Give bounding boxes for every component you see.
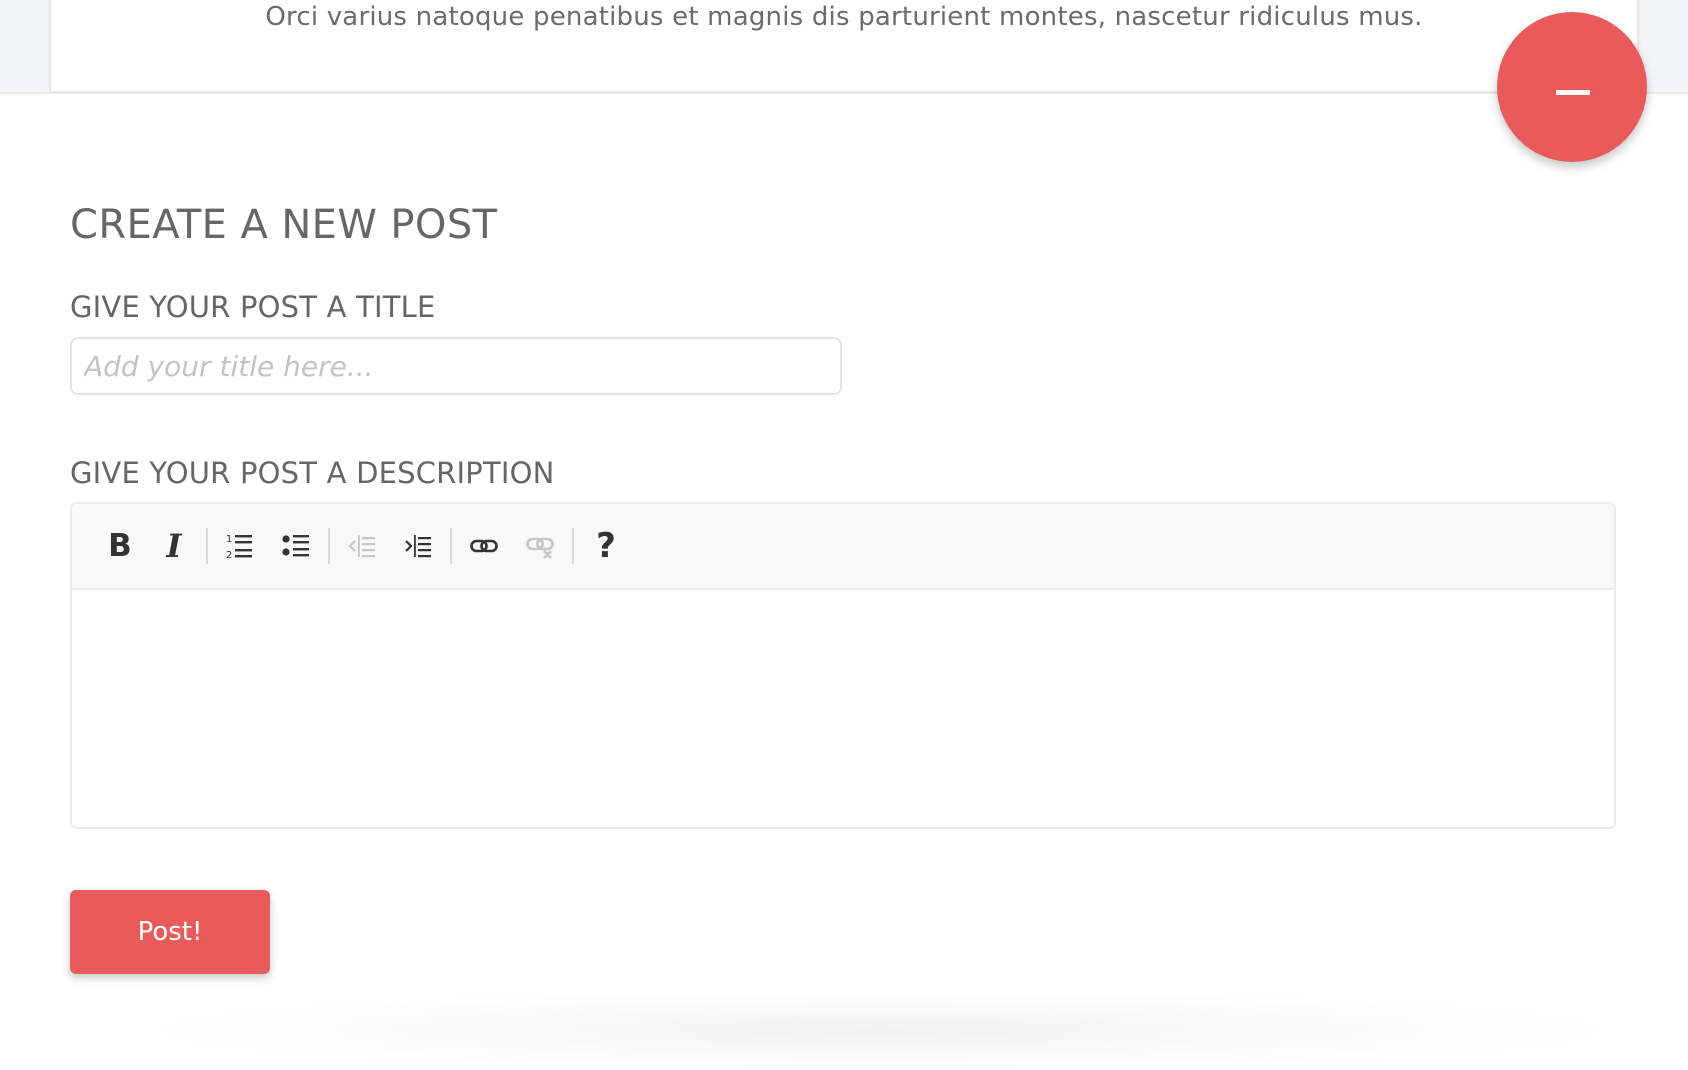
italic-icon: I [166,527,182,565]
toolbar-separator [450,528,452,564]
collapse-form-button[interactable] [1497,12,1647,162]
toolbar-separator [572,528,574,564]
previous-post-card: Orci varius natoque penatibus et magnis … [50,0,1638,91]
bulleted-list-icon [282,535,309,557]
outdent-icon [348,535,375,558]
numbered-list-icon: 1 2 [226,534,252,560]
post-button[interactable]: Post! [70,890,270,974]
indent-button[interactable] [396,524,440,568]
help-button[interactable]: ? [584,524,628,568]
svg-text:2: 2 [226,550,232,560]
footer-shadow [150,990,1610,1070]
previous-post-excerpt: Orci varius natoque penatibus et magnis … [265,2,1423,32]
unlink-button[interactable] [518,524,562,568]
outdent-button[interactable] [340,524,384,568]
indent-icon [405,535,431,558]
bulleted-list-button[interactable] [274,524,318,568]
link-button[interactable] [462,524,506,568]
italic-button[interactable]: I [152,524,196,568]
title-input[interactable] [70,337,842,395]
editor-toolbar: B I 1 2 ? [72,504,1614,590]
numbered-list-button[interactable]: 1 2 [218,524,262,568]
help-icon: ? [596,526,616,566]
bold-icon: B [108,528,132,564]
description-editor-body[interactable] [72,590,1614,827]
page-title: CREATE A NEW POST [70,202,498,248]
link-icon [470,539,498,553]
toolbar-separator [206,528,208,564]
description-editor: B I 1 2 ? [70,502,1616,829]
minus-icon [1556,90,1590,95]
title-label: GIVE YOUR POST A TITLE [70,290,436,324]
toolbar-separator [328,528,330,564]
description-label: GIVE YOUR POST A DESCRIPTION [70,456,555,490]
unlink-icon [526,537,554,559]
svg-text:1: 1 [226,534,232,545]
page-top-band: Orci varius natoque penatibus et magnis … [0,0,1688,94]
bold-button[interactable]: B [98,524,142,568]
